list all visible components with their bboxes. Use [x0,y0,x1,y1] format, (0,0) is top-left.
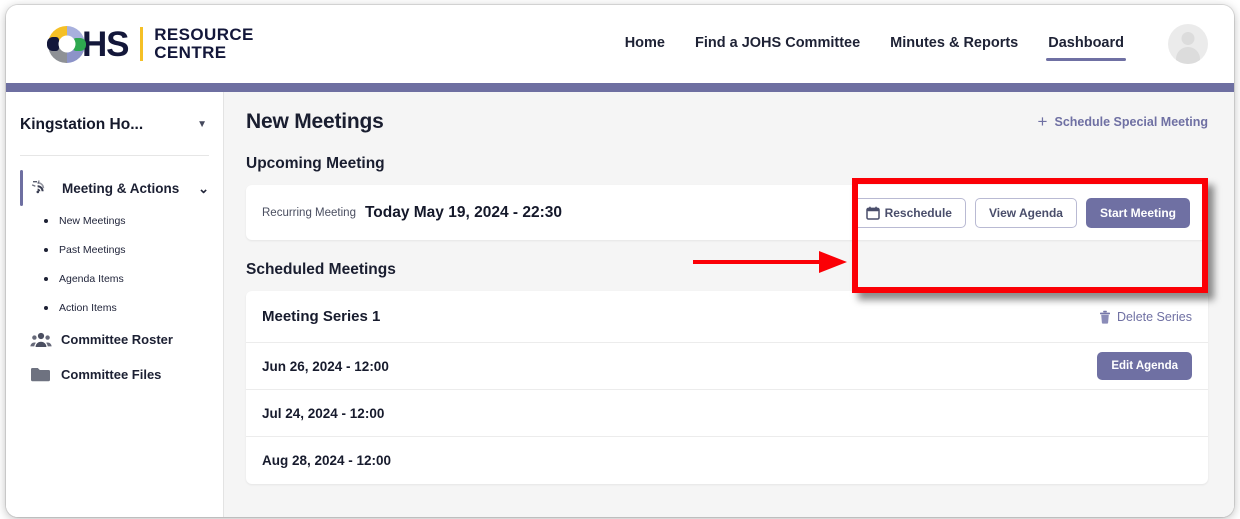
org-name: Kingstation Ho... [20,116,144,133]
sidebar-subitem-label: Action Items [59,301,117,314]
row-action: Edit Agenda [1097,352,1192,380]
main-nav: Home Find a JOHS Committee Minutes & Rep… [625,24,1208,64]
table-row[interactable]: Jul 24, 2024 - 12:00 [246,390,1208,437]
edit-agenda-button[interactable]: Edit Agenda [1097,352,1192,380]
brand-divider [140,27,144,61]
brand-hs-text: HS [82,24,129,64]
upcoming-meeting-section-title: Upcoming Meeting [246,155,385,172]
bullet-icon [44,247,48,252]
meeting-series-title: Meeting Series 1 [262,308,381,325]
people-group-icon [30,331,52,348]
delete-series-button[interactable]: Delete Series [1099,310,1192,324]
sidebar-item-meeting-and-actions[interactable]: Meeting & Actions ⌄ [6,170,223,206]
ohs-ring-logo-icon [47,25,86,63]
sidebar-subitem-new-meetings[interactable]: New Meetings [6,206,223,235]
meeting-actions-icon [31,179,53,197]
org-selector[interactable]: Kingstation Ho... ▼ [6,108,223,142]
header-accent-band [6,83,1234,92]
nav-item-find-a-johs-committee[interactable]: Find a JOHS Committee [695,35,860,54]
brand-word-line1: RESOURCE [154,25,254,45]
sidebar-subitem-label: Past Meetings [59,243,126,256]
nav-item-home[interactable]: Home [625,35,665,54]
app-body: Kingstation Ho... ▼ Meeting & Actions ⌄ … [6,92,1234,517]
plus-icon: + [1037,112,1048,131]
meeting-datetime: Aug 28, 2024 - 12:00 [262,453,392,468]
delete-series-label: Delete Series [1116,309,1192,324]
scheduled-meetings-section-title: Scheduled Meetings [246,261,396,278]
sidebar-item-committee-roster[interactable]: Committee Roster [6,322,223,357]
sidebar-divider [20,155,209,156]
meeting-series-card: Meeting Series 1 Delete Series Jun 26, 2… [246,291,1208,484]
meeting-datetime: Jul 24, 2024 - 12:00 [262,405,385,421]
sidebar: Kingstation Ho... ▼ Meeting & Actions ⌄ … [6,92,224,517]
sidebar-subitem-label: Agenda Items [59,272,124,285]
brand-word-line2: CENTRE [154,43,227,62]
site-header: HS RESOURCE CENTRE Home Find a JOHS Comm… [6,5,1234,83]
nav-item-minutes-and-reports[interactable]: Minutes & Reports [890,35,1018,54]
upcoming-meeting-action-buttons: Reschedule View Agenda Start Meeting [851,197,1190,228]
upcoming-meeting-card: Recurring Meeting Today May 19, 2024 - 2… [246,185,1208,240]
meeting-datetime: Jun 26, 2024 - 12:00 [262,358,389,374]
table-row[interactable]: Aug 28, 2024 - 12:00 [246,437,1208,484]
main-content: New Meetings + Schedule Special Meeting … [224,92,1234,517]
sidebar-item-committee-files[interactable]: Committee Files [6,357,223,392]
caret-down-icon: ▼ [197,119,207,130]
sidebar-subitem-action-items[interactable]: Action Items [6,293,223,322]
sidebar-subitem-past-meetings[interactable]: Past Meetings [6,235,223,264]
nav-item-dashboard[interactable]: Dashboard [1046,35,1126,61]
trash-icon [1099,310,1111,324]
chevron-down-icon[interactable]: ⌄ [198,182,209,195]
bullet-icon [44,218,48,223]
table-row[interactable]: Jun 26, 2024 - 12:00 Edit Agenda [246,343,1208,390]
view-agenda-button-label: View Agenda [988,205,1063,220]
start-meeting-button-label: Start Meeting [1099,205,1176,220]
upcoming-meeting-datetime: Today May 19, 2024 - 22:30 [364,203,562,221]
brand-logo[interactable]: HS RESOURCE CENTRE [47,24,254,64]
bullet-icon [44,276,48,281]
sidebar-item-label: Meeting & Actions [62,180,180,196]
brand-wordmark: RESOURCE CENTRE [154,26,254,62]
page-title: New Meetings [246,110,384,133]
browser-window: HS RESOURCE CENTRE Home Find a JOHS Comm… [6,5,1234,517]
content-header: New Meetings + Schedule Special Meeting [246,110,1208,134]
meeting-type-label: Recurring Meeting [262,206,356,219]
view-agenda-button[interactable]: View Agenda [974,197,1077,228]
sidebar-item-label: Committee Roster [61,332,173,347]
reschedule-button[interactable]: Reschedule [851,197,966,228]
bullet-icon [44,305,48,310]
schedule-special-meeting-label: Schedule Special Meeting [1054,115,1208,129]
sidebar-item-label: Committee Files [61,367,162,382]
calendar-icon [865,206,880,220]
meeting-series-header: Meeting Series 1 Delete Series [246,291,1208,343]
start-meeting-button[interactable]: Start Meeting [1085,197,1190,228]
sidebar-subitem-agenda-items[interactable]: Agenda Items [6,264,223,293]
schedule-special-meeting-button[interactable]: + Schedule Special Meeting [1037,112,1208,131]
sidebar-subitem-label: New Meetings [59,214,126,227]
reschedule-button-label: Reschedule [884,205,952,220]
user-avatar-icon[interactable] [1168,24,1208,64]
folder-icon [30,366,52,383]
